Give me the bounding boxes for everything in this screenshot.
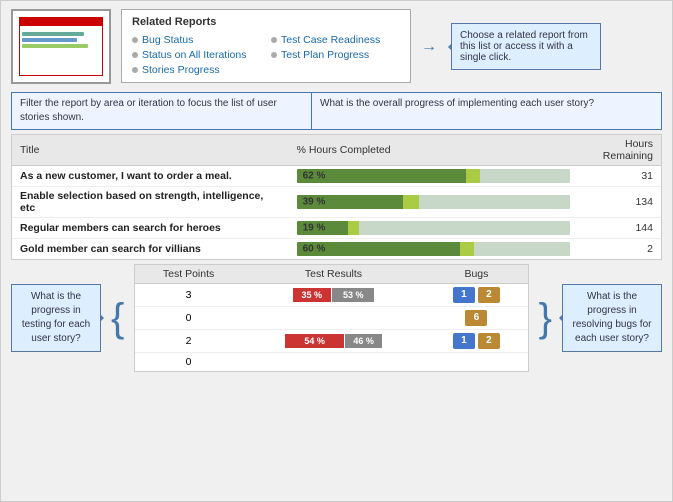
main-container: Related Reports Bug Status Test Case Rea… (0, 0, 673, 502)
story-row: Regular members can search for heroes19 … (12, 218, 661, 239)
story-title: Enable selection based on strength, inte… (12, 187, 289, 218)
col-hours-remaining: Hours Remaining (578, 135, 661, 166)
test-points-cell: 0 (135, 307, 241, 330)
test-points-cell: 2 (135, 330, 241, 353)
col-test-results: Test Results (242, 265, 425, 284)
progress-cell: 19 % (289, 218, 578, 239)
test-results-cell (242, 353, 425, 372)
right-brace-icon: } (539, 298, 552, 338)
story-row: As a new customer, I want to order a mea… (12, 166, 661, 187)
bottom-table-container: Test Points Test Results Bugs 335 %53 %1… (134, 264, 528, 372)
test-results-cell (242, 307, 425, 330)
report-bullet (271, 52, 277, 58)
stories-table: Title % Hours Completed Hours Remaining … (12, 135, 661, 259)
bottom-row: 0 (135, 353, 527, 372)
test-results-cell: 35 %53 % (242, 284, 425, 307)
report-item-bug-status[interactable]: Bug Status (132, 34, 261, 46)
bottom-row: 06 (135, 307, 527, 330)
test-points-cell: 3 (135, 284, 241, 307)
arrow-icon: → (421, 38, 437, 56)
screenshot-thumbnail (11, 9, 111, 84)
col-title: Title (12, 135, 289, 166)
bottom-left-tooltip: What is the progress in testing for each… (11, 284, 101, 352)
col-bugs: Bugs (425, 265, 527, 284)
story-title: As a new customer, I want to order a mea… (12, 166, 289, 187)
story-row: Gold member can search for villians60 %2 (12, 239, 661, 260)
bugs-cell (425, 353, 527, 372)
hours-remaining: 31 (578, 166, 661, 187)
left-brace-icon: { (111, 298, 124, 338)
report-item-test-plan-progress[interactable]: Test Plan Progress (271, 49, 400, 61)
hours-remaining: 134 (578, 187, 661, 218)
story-title: Gold member can search for villians (12, 239, 289, 260)
story-title: Regular members can search for heroes (12, 218, 289, 239)
related-reports-box: Related Reports Bug Status Test Case Rea… (121, 9, 411, 83)
report-bullet (132, 52, 138, 58)
bottom-right-tooltip: What is the progress in resolving bugs f… (562, 284, 662, 352)
bottom-table: Test Points Test Results Bugs 335 %53 %1… (135, 265, 527, 371)
bugs-cell: 6 (425, 307, 527, 330)
bottom-row: 254 %46 %12 (135, 330, 527, 353)
related-reports-tooltip: Choose a related report from this list o… (451, 23, 601, 70)
bugs-cell: 12 (425, 284, 527, 307)
filter-right-text: What is the overall progress of implemen… (311, 92, 662, 130)
bottom-section: What is the progress in testing for each… (11, 264, 662, 372)
report-bullet (132, 67, 138, 73)
report-item-test-case-readiness[interactable]: Test Case Readiness (271, 34, 400, 46)
top-section: Related Reports Bug Status Test Case Rea… (1, 1, 672, 92)
report-bullet (132, 37, 138, 43)
hours-remaining: 2 (578, 239, 661, 260)
story-row: Enable selection based on strength, inte… (12, 187, 661, 218)
progress-cell: 60 % (289, 239, 578, 260)
filter-left-text: Filter the report by area or iteration t… (11, 92, 311, 130)
report-bullet (271, 37, 277, 43)
hours-remaining: 144 (578, 218, 661, 239)
stories-table-section: Title % Hours Completed Hours Remaining … (11, 134, 662, 260)
test-results-cell: 54 %46 % (242, 330, 425, 353)
col-test-points: Test Points (135, 265, 241, 284)
related-reports-title: Related Reports (132, 16, 400, 28)
test-points-cell: 0 (135, 353, 241, 372)
related-reports-grid: Bug Status Test Case Readiness Status on… (132, 34, 400, 76)
progress-cell: 62 % (289, 166, 578, 187)
progress-cell: 39 % (289, 187, 578, 218)
filter-section: Filter the report by area or iteration t… (11, 92, 662, 130)
bugs-cell: 12 (425, 330, 527, 353)
bottom-row: 335 %53 %12 (135, 284, 527, 307)
report-item-status-iterations[interactable]: Status on All Iterations (132, 49, 261, 61)
report-item-stories-progress[interactable]: Stories Progress (132, 64, 261, 76)
col-hours-completed: % Hours Completed (289, 135, 578, 166)
